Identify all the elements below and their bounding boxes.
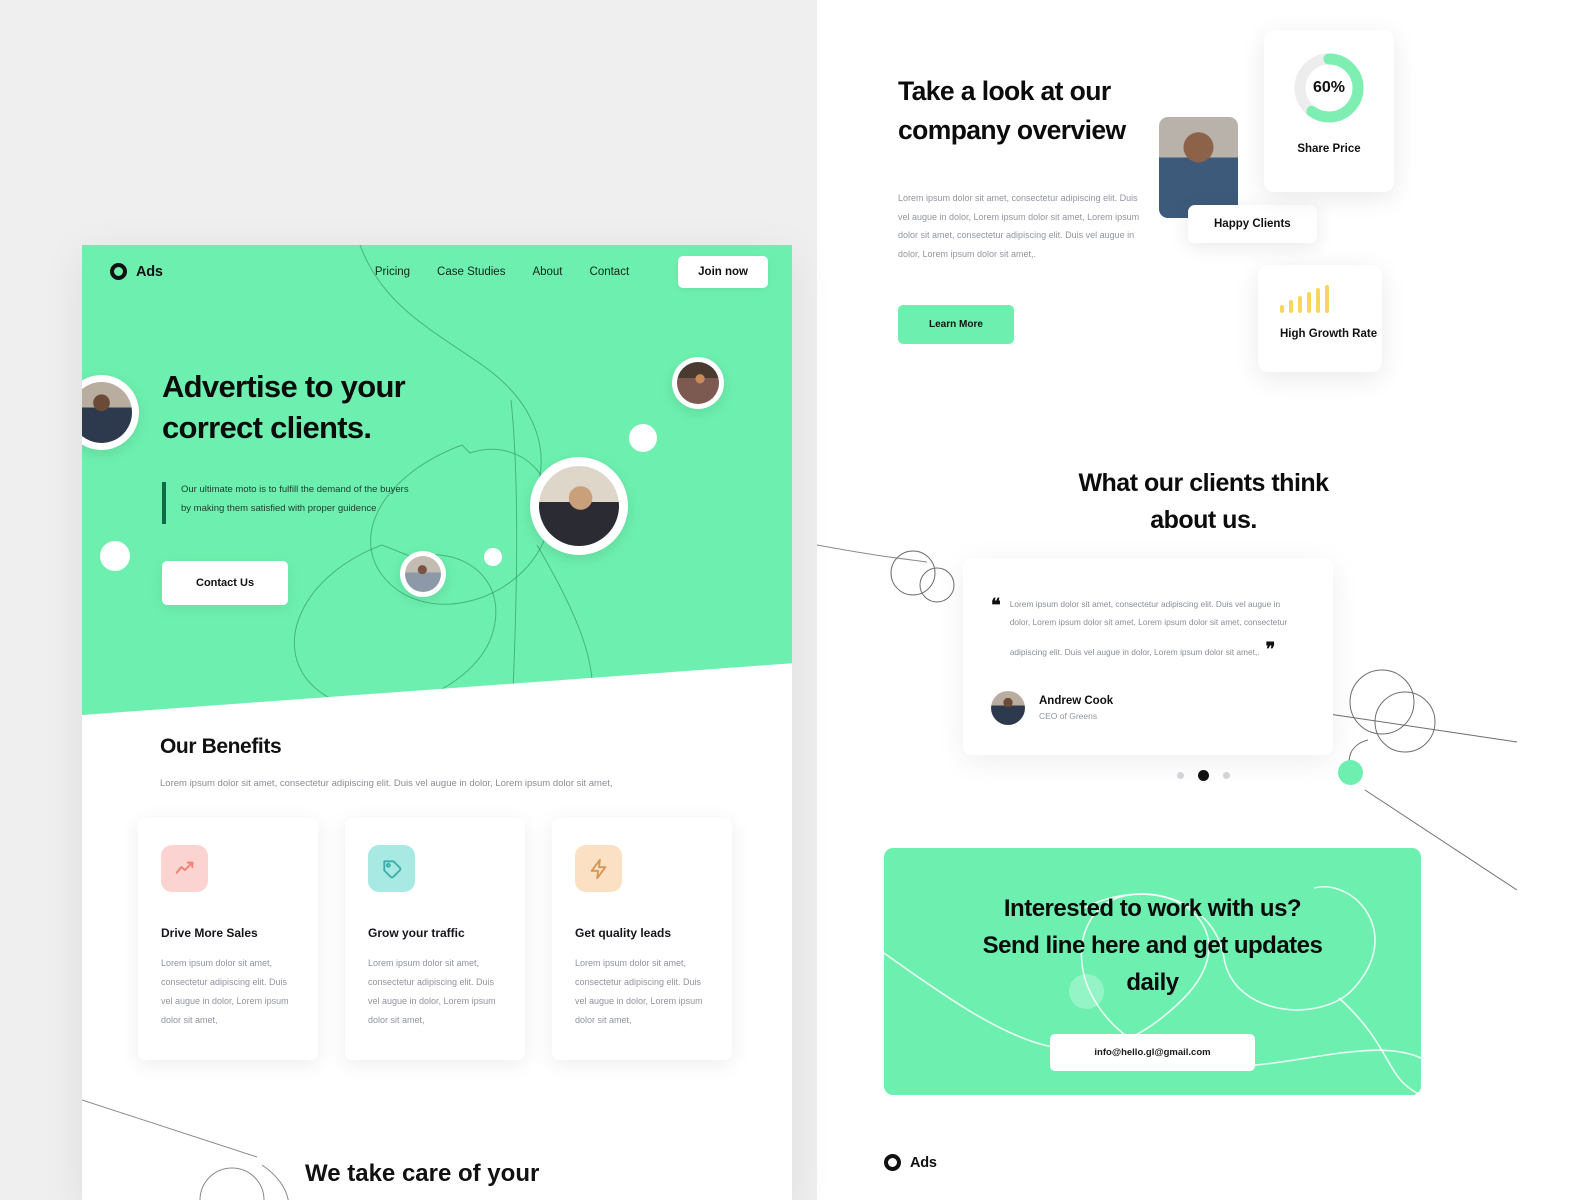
cta-heading: Interested to work with us? Send line he… [884,848,1421,1002]
growth-bar [1280,305,1284,313]
lightning-bolt-icon [575,845,622,892]
share-price-value: 60% [1312,79,1346,96]
learn-more-button[interactable]: Learn More [898,305,1014,345]
hero-title: Advertise to your correct clients. [162,367,409,449]
cta-line1: Interested to work with us? [1003,895,1302,922]
left-page-panel: Ads Pricing Case Studies About Contact J… [82,245,792,1200]
carousel-dot-3[interactable] [1223,772,1230,779]
footer-logo[interactable]: Ads [884,1154,937,1171]
header-logo[interactable]: Ads [110,263,163,280]
quote-close-icon: ❞ [1265,639,1276,660]
growth-bar [1325,285,1329,313]
benefit-card: Get quality leads Lorem ipsum dolor sit … [552,818,732,1060]
benefits-section: Our Benefits Lorem ipsum dolor sit amet,… [82,735,792,1060]
benefit-card-text: Lorem ipsum dolor sit amet, consectetur … [368,958,496,1025]
trending-up-icon [161,845,208,892]
hero-dot-left [100,541,130,571]
share-price-label: Share Price [1297,143,1361,155]
growth-bar [1289,300,1293,313]
cta-line2: Send line here and get updates [982,932,1323,960]
benefit-card-title: Grow your traffic [368,926,465,940]
overview-title: Take a look at our company overview [898,72,1198,149]
benefit-card-text: Lorem ipsum dolor sit amet, consectetur … [575,958,703,1025]
growth-bar [1298,296,1302,313]
overview-portrait-photo [1159,117,1238,218]
benefits-title: Our Benefits [160,735,282,758]
benefit-card-title: Drive More Sales [161,926,258,940]
bottom-section-heading: We take care of your [305,1160,540,1187]
growth-bar [1316,288,1320,313]
quote-open-icon: ❝ [991,595,1001,615]
cta-banner: Interested to work with us? Send line he… [884,848,1421,1095]
hero-section: Ads Pricing Case Studies About Contact J… [82,245,792,715]
overview-title-line2: company overview [898,114,1126,145]
benefit-card-text: Lorem ipsum dolor sit amet, consectetur … [161,958,289,1025]
navbar: Ads Pricing Case Studies About Contact J… [82,245,792,298]
footer-brand-name: Ads [910,1154,937,1171]
testimonial-card: ❝ Lorem ipsum dolor sit amet, consectetu… [963,558,1333,756]
testimonials-heading-line2: about us. [1150,506,1257,534]
overview-title-line1: Take a look at our [898,76,1111,106]
carousel-dots[interactable] [817,770,1590,781]
hero-moto-line1: Our ultimate moto is to fulfill the dema… [181,483,409,495]
join-now-button[interactable]: Join now [678,255,768,288]
hero-moto-line2: by making them satisfied with proper gui… [181,503,377,515]
growth-bar [1307,292,1311,313]
nav-links: Pricing Case Studies About Contact Join … [375,255,768,288]
happy-clients-badge: Happy Clients [1188,205,1317,243]
benefit-card-title: Get quality leads [575,926,672,940]
testimonial-author: Andrew Cook CEO of Greens [991,691,1300,726]
testimonials-heading-line1: What our clients think [1078,469,1329,497]
testimonial-quote-row: ❝ Lorem ipsum dolor sit amet, consectetu… [991,596,1300,669]
nav-link-pricing[interactable]: Pricing [375,266,410,278]
carousel-dot-1[interactable] [1177,772,1184,779]
brand-name: Ads [136,263,163,280]
email-field[interactable] [1050,1033,1255,1071]
nav-link-about[interactable]: About [532,266,562,278]
carousel-dot-2[interactable] [1198,770,1209,781]
growth-rate-card: High Growth Rate [1258,265,1382,372]
hero-moto: Our ultimate moto is to fulfill the dema… [162,480,409,524]
decorative-green-dot [1338,760,1363,785]
contact-us-button[interactable]: Contact Us [162,560,289,605]
author-role: CEO of Greens [1039,711,1098,722]
logo-ring-icon [110,263,127,280]
logo-ring-icon [884,1154,901,1171]
tag-icon [368,845,415,892]
hero-avatar-center [530,457,628,555]
share-price-card: 60% Share Price [1264,30,1394,192]
share-price-donut-chart: 60% [1291,50,1367,126]
hero-dot-large [629,424,657,452]
testimonials-heading: What our clients think about us. [817,465,1590,539]
hero-title-line2: correct clients. [162,409,372,445]
benefit-card: Grow your traffic Lorem ipsum dolor sit … [345,818,525,1060]
growth-rate-label: High Growth Rate [1280,328,1378,340]
benefits-card-list: Drive More Sales Lorem ipsum dolor sit a… [138,818,792,1060]
quote-text: Lorem ipsum dolor sit amet, consectetur … [1009,599,1288,658]
benefits-subtitle: Lorem ipsum dolor sit amet, consectetur … [160,778,613,789]
benefit-card: Drive More Sales Lorem ipsum dolor sit a… [138,818,318,1060]
cta-line3: daily [1126,969,1179,997]
hero-title-line1: Advertise to your [162,369,406,404]
overview-paragraph: Lorem ipsum dolor sit amet, consectetur … [898,193,1140,259]
hero-dot-small [484,548,502,566]
hero-content: Advertise to your correct clients. Our u… [162,367,409,605]
testimonial-quote-text: Lorem ipsum dolor sit amet, consectetur … [1010,596,1300,669]
hero-avatar-top-right [672,357,724,409]
nav-link-case-studies[interactable]: Case Studies [437,266,505,278]
growth-bar-chart [1280,285,1382,313]
nav-link-contact[interactable]: Contact [590,266,630,278]
avatar [991,691,1025,726]
author-name: Andrew Cook [1039,695,1114,708]
